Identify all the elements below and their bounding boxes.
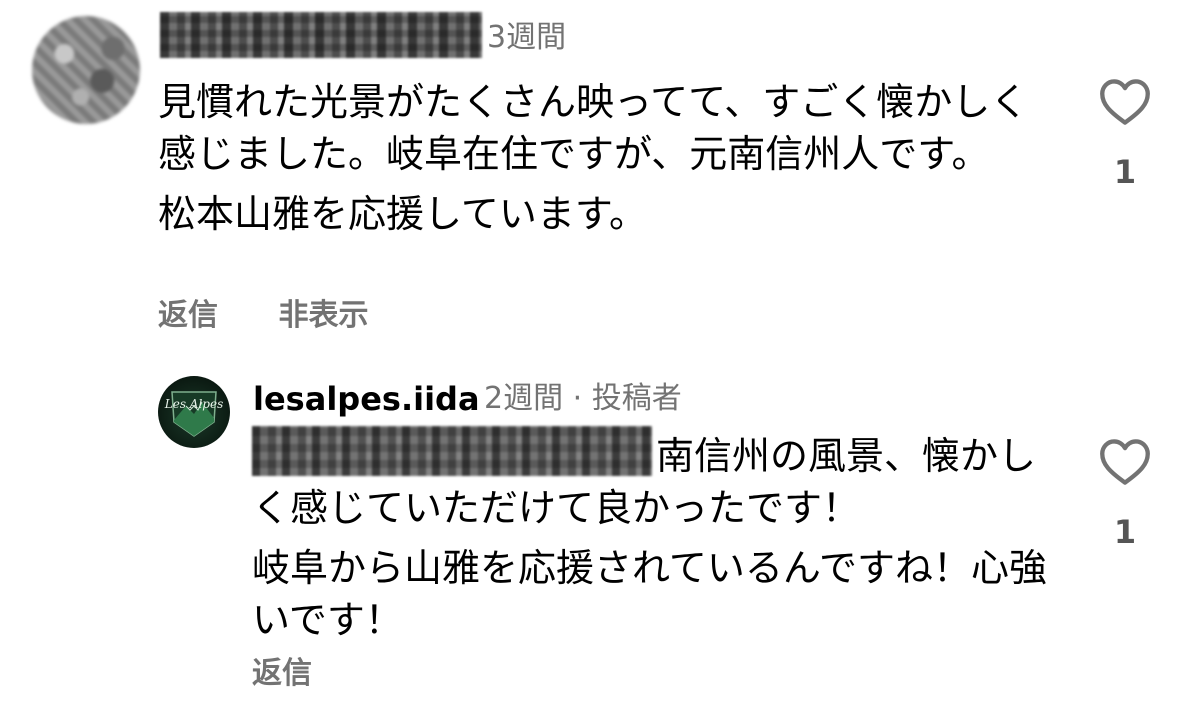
comment-paragraph: 見慣れた光景がたくさん映ってて、すごく懐かしく感じました。岐阜在住ですが、元南信… (158, 80, 1029, 176)
heart-icon[interactable] (1099, 438, 1151, 486)
reply-button[interactable]: 返信 (158, 298, 218, 333)
heart-icon[interactable] (1099, 78, 1151, 126)
reply-actions: 返信 (252, 656, 312, 692)
reply-text: 南信州の風景、懐かしく感じていただけて良かったです！ 岐阜から山雅を応援されてい… (252, 430, 1052, 646)
author-avatar[interactable]: Les Alpes (158, 376, 230, 448)
comment-paragraph: 松本山雅を応援しています。 (158, 192, 648, 236)
like-count: 1 (1113, 513, 1137, 551)
hide-replies-button[interactable]: 非表示 (278, 298, 368, 333)
reply-button[interactable]: 返信 (252, 656, 312, 691)
reply-paragraph-text: 南信州の風景、懐かしく感じていただけて良かったです！ (252, 434, 1037, 530)
like-control: 1 (1095, 438, 1155, 550)
reply-comment: Les Alpes lesalpes.iida 2週間 · 投稿者 南信州の風景… (0, 360, 1200, 719)
author-username[interactable]: lesalpes.iida (253, 380, 480, 418)
comment: 3週間 見慣れた光景がたくさん映ってて、すごく懐かしく感じました。岐阜在住ですが… (0, 0, 1200, 350)
like-control: 1 (1095, 78, 1155, 190)
comment-text: 見慣れた光景がたくさん映ってて、すごく懐かしく感じました。岐阜在住ですが、元南信… (158, 76, 1038, 240)
like-count: 1 (1113, 153, 1137, 191)
comment-actions: 返信 非表示 (158, 298, 368, 334)
reply-paragraph: 岐阜から山雅を応援されているんですね！心強いです！ (252, 546, 1047, 642)
commenter-username-blurred[interactable] (160, 12, 482, 58)
comment-timestamp: 3週間 (487, 20, 567, 55)
svg-text:Les Alpes: Les Alpes (164, 397, 224, 411)
les-alpes-logo-icon: Les Alpes (164, 391, 224, 437)
reply-meta: 2週間 · 投稿者 (484, 381, 682, 416)
commenter-avatar-blurred[interactable] (32, 16, 140, 124)
reply-paragraph: 南信州の風景、懐かしく感じていただけて良かったです！ (252, 430, 1052, 534)
